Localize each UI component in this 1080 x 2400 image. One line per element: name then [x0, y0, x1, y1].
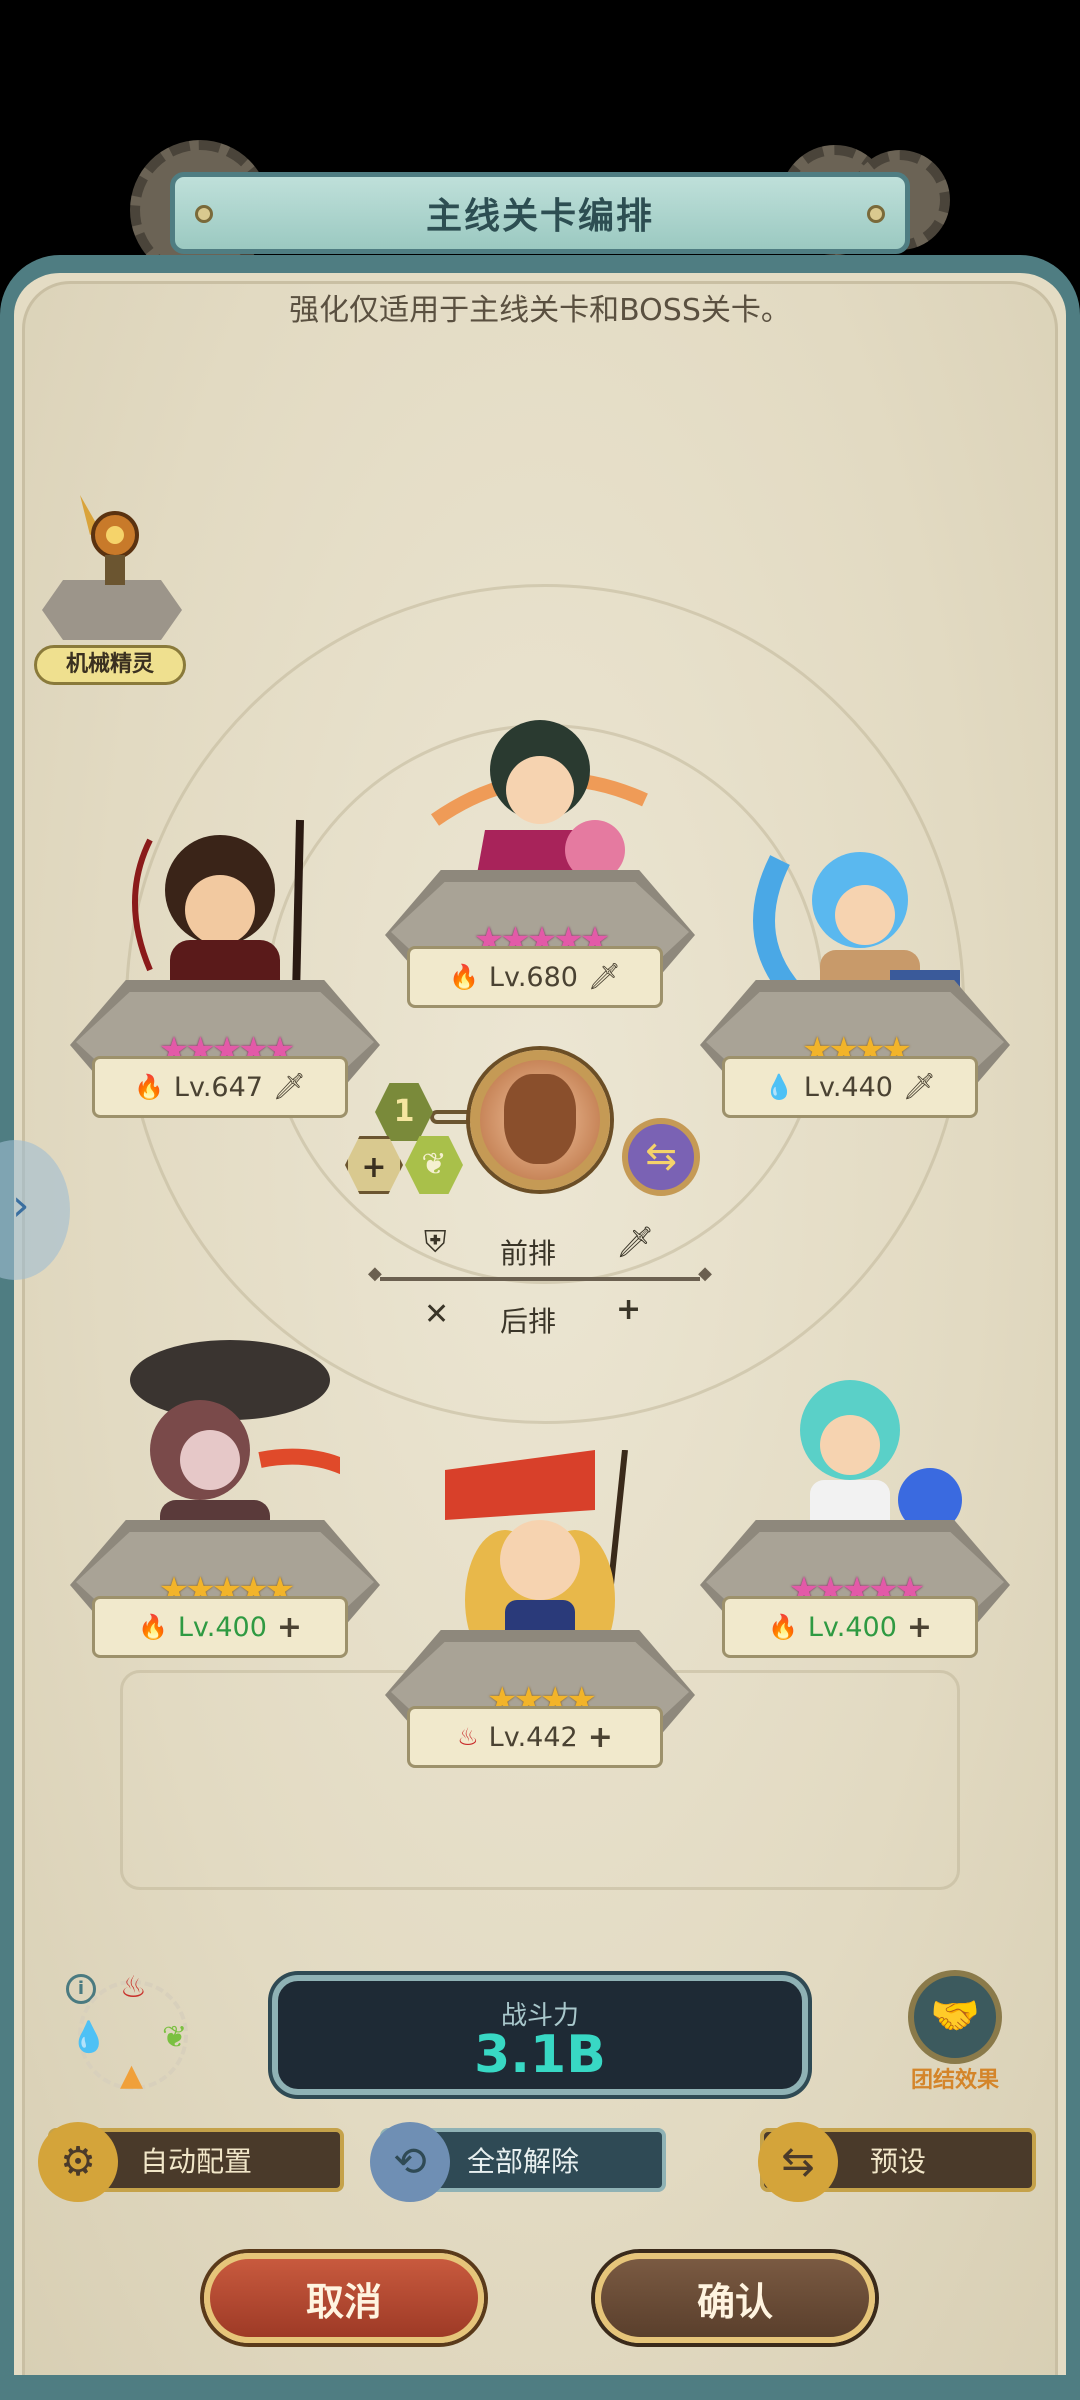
gear-moon-icon: ⚙: [38, 2122, 118, 2202]
combat-power-value: 3.1B: [474, 2025, 606, 2085]
fire-element-icon: ♨: [120, 1970, 147, 2005]
leader-hair: [504, 1074, 576, 1164]
chevron-right-icon: ›: [12, 1180, 30, 1231]
hero-slot-back-right[interactable]: ★★★★★ 🔥 Lv.400 +: [700, 1380, 1010, 1690]
fire-icon: 🔥: [767, 1613, 798, 1641]
hero-level-box: ♨ Lv.442 +: [407, 1706, 663, 1768]
hero-level-box: 🔥 Lv.400 +: [92, 1596, 348, 1658]
back-row-label: 后排: [500, 1305, 557, 1338]
hero-slot-back-center[interactable]: ★★★★ ♨ Lv.442 +: [385, 1450, 695, 1800]
earth-element-icon: ▲: [120, 2058, 144, 2093]
hero-level: Lv.647: [173, 1071, 263, 1103]
wind-element-icon: ❦: [162, 2020, 188, 2055]
combat-power-panel: 战斗力 3.1B: [272, 1975, 808, 2095]
hero-level: Lv.680: [488, 961, 578, 993]
unity-effect-label: 团结效果: [910, 2068, 999, 2093]
front-row-label: 前排: [500, 1237, 557, 1270]
hero-level: Lv.442: [488, 1721, 578, 1753]
flame-red-icon: ♨: [457, 1723, 479, 1751]
shield-icon: ⛨: [424, 1225, 447, 1260]
rivet-icon: [867, 205, 885, 223]
spirit-label: 机械精灵: [34, 645, 186, 685]
swap-arrows-icon: ⇆: [758, 2122, 838, 2202]
hero-slot-front-left[interactable]: ★★★★★ 🔥 Lv.647 🗡: [70, 819, 380, 1150]
mech-spirit-figure-icon: [80, 495, 139, 585]
unity-effect-button[interactable]: 🤝 团结效果: [900, 1970, 1010, 2093]
sword-icon: 🗡: [272, 1072, 306, 1102]
plus-icon: +: [616, 1292, 642, 1327]
swap-icon[interactable]: ⇆: [622, 1118, 700, 1196]
row-divider: [368, 1263, 712, 1284]
fire-icon: 🔥: [134, 1073, 164, 1101]
fire-icon: 🔥: [449, 963, 479, 991]
hero-slot-front-right[interactable]: ★★★★ 💧 Lv.440 🗡: [700, 850, 1010, 1150]
clear-all-button[interactable]: ⟲ 全部解除: [370, 2122, 666, 2202]
water-icon: 💧: [764, 1073, 794, 1101]
fire-icon: 🔥: [137, 1613, 168, 1641]
hero-level-box: 🔥 Lv.400 +: [722, 1596, 978, 1658]
spirit-slot[interactable]: 机械精灵: [30, 470, 190, 690]
title-bar: 主线关卡编排: [170, 172, 910, 254]
plus-icon: +: [276, 1609, 303, 1645]
handshake-icon: 🤝: [908, 1970, 1002, 2064]
sword-icon: 🗡: [616, 1225, 655, 1260]
hero-level: Lv.440: [803, 1071, 893, 1103]
hero-level-box: 💧 Lv.440 🗡: [722, 1056, 978, 1118]
hero-level: Lv.400: [177, 1611, 267, 1643]
page-subtitle: 强化仅适用于主线关卡和BOSS关卡。: [289, 293, 791, 328]
leader-portrait[interactable]: [470, 1050, 610, 1190]
sword-icon: 🗡: [587, 962, 621, 992]
sword-icon: 🗡: [902, 1072, 936, 1102]
hero-slot-front-center[interactable]: ★★★★★ 🔥 Lv.680 🗡: [385, 720, 695, 1040]
auto-assign-button[interactable]: ⚙ 自动配置: [38, 2122, 344, 2202]
page-title: 主线关卡编排: [425, 196, 654, 237]
chain-release-icon: ⟲: [370, 2122, 450, 2202]
hero-level: Lv.400: [807, 1611, 897, 1643]
hero-slot-back-left[interactable]: ★★★★★ 🔥 Lv.400 +: [70, 1340, 380, 1690]
rivet-icon: [195, 205, 213, 223]
auto-assign-label: 自动配置: [139, 2145, 252, 2178]
hero-level-box: 🔥 Lv.680 🗡: [407, 946, 663, 1008]
bottom-frame: [0, 2375, 1080, 2400]
plus-icon: +: [587, 1719, 613, 1755]
element-wheel[interactable]: ♨ 💧 ❦ ▲: [70, 1970, 188, 2093]
preset-button[interactable]: ⇆ 预设: [758, 2122, 1036, 2202]
plus-icon: +: [906, 1609, 933, 1645]
preset-label: 预设: [869, 2145, 926, 2178]
water-element-icon: 💧: [70, 2020, 108, 2055]
hero-level-box: 🔥 Lv.647 🗡: [92, 1056, 348, 1118]
crossed-weapon-icon: ✕: [424, 1297, 450, 1332]
chain-icon: [430, 1110, 474, 1124]
cancel-button[interactable]: 取消: [204, 2253, 484, 2343]
confirm-button[interactable]: 确认: [595, 2253, 875, 2343]
clear-all-label: 全部解除: [466, 2145, 579, 2178]
